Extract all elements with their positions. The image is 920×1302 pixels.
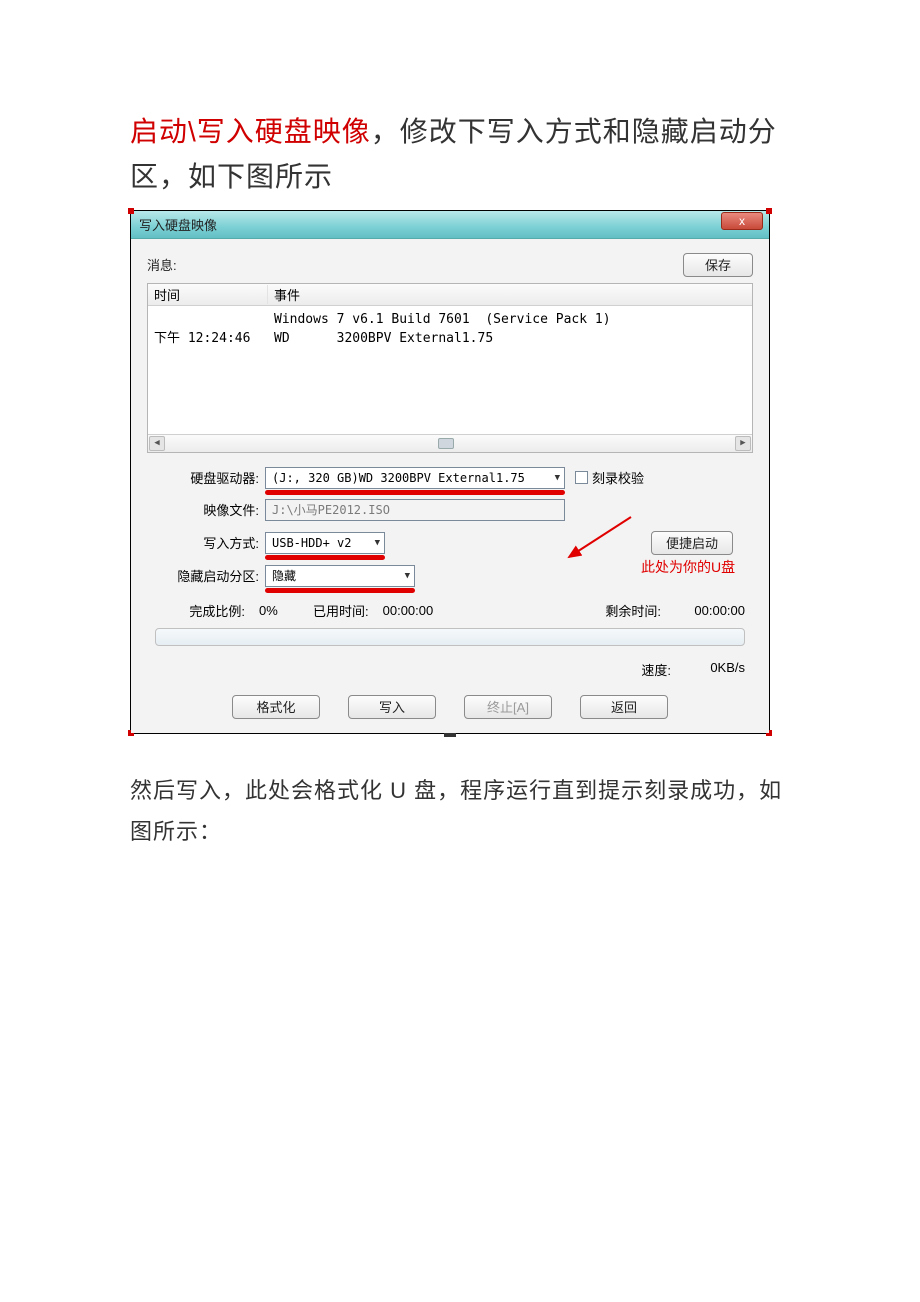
- close-button[interactable]: x: [721, 212, 763, 230]
- speed-value: 0KB/s: [685, 660, 745, 679]
- selection-handle-icon: [766, 208, 772, 214]
- title-bar: 写入硬盘映像 x: [131, 211, 769, 239]
- annotation-arrow-icon: [561, 509, 641, 569]
- remain-label: 剩余时间:: [605, 601, 661, 620]
- after-text: 然后写入，此处会格式化 U 盘，程序运行直到提示刻录成功，如图所示：: [130, 770, 790, 854]
- window-title: 写入硬盘映像: [139, 215, 217, 234]
- elapsed-label: 已用时间:: [313, 601, 369, 620]
- hide-partition-value: 隐藏: [272, 567, 296, 584]
- image-label: 映像文件:: [155, 500, 265, 519]
- annotation-text: 此处为你的U盘: [641, 557, 735, 577]
- drive-label: 硬盘驱动器:: [155, 468, 265, 487]
- chevron-down-icon: ▼: [405, 571, 410, 581]
- write-mode-select[interactable]: USB-HDD+ v2 ▼: [265, 532, 385, 554]
- log-col-event: 事件: [268, 285, 752, 304]
- close-icon: x: [739, 214, 745, 228]
- elapsed-value: 00:00:00: [383, 603, 453, 618]
- hide-partition-label: 隐藏启动分区:: [155, 566, 265, 585]
- log-header: 时间 事件: [148, 284, 752, 306]
- progress-info-row: 完成比例: 0% 已用时间: 00:00:00 剩余时间: 00:00:00: [155, 601, 745, 620]
- hide-partition-select[interactable]: 隐藏 ▼: [265, 565, 415, 587]
- back-button[interactable]: 返回: [580, 695, 668, 719]
- horizontal-scrollbar[interactable]: ◀ ▶: [148, 434, 752, 452]
- log-col-time: 时间: [148, 285, 268, 304]
- progress-bar: [155, 628, 745, 646]
- log-body: Windows 7 v6.1 Build 7601 (Service Pack …: [148, 306, 752, 434]
- checkbox-box-icon: [575, 471, 588, 484]
- write-button[interactable]: 写入: [348, 695, 436, 719]
- format-button[interactable]: 格式化: [232, 695, 320, 719]
- write-mode-value: USB-HDD+ v2: [272, 536, 351, 550]
- message-label: 消息:: [147, 255, 177, 274]
- image-file-value: J:\小马PE2012.ISO: [272, 501, 390, 518]
- log-row-event: WD 3200BPV External1.75: [274, 331, 493, 346]
- verify-checkbox[interactable]: 刻录校验: [575, 468, 644, 487]
- drive-value: (J:, 320 GB)WD 3200BPV External1.75: [272, 471, 525, 485]
- scroll-left-icon[interactable]: ◀: [149, 436, 165, 451]
- chevron-down-icon: ▼: [555, 473, 560, 483]
- selection-handle-icon: [128, 208, 134, 214]
- quick-boot-button[interactable]: 便捷启动: [651, 531, 733, 555]
- dialog-window: 写入硬盘映像 x 消息: 保存 时间 事件 Windows 7 v6.1 Bui…: [130, 210, 770, 734]
- scroll-thumb[interactable]: [438, 438, 454, 449]
- verify-label: 刻录校验: [592, 468, 644, 487]
- speed-label: 速度:: [641, 660, 671, 679]
- instruction-text: 启动\写入硬盘映像，修改下写入方式和隐藏启动分区，如下图所示: [130, 110, 790, 200]
- log-list: 时间 事件 Windows 7 v6.1 Build 7601 (Service…: [147, 283, 753, 453]
- image-file-field: J:\小马PE2012.ISO: [265, 499, 565, 521]
- remain-value: 00:00:00: [675, 603, 745, 618]
- chevron-down-icon: ▼: [375, 538, 380, 548]
- log-row-event: Windows 7 v6.1 Build 7601 (Service Pack …: [274, 312, 611, 327]
- log-row-time: 下午 12:24:46: [154, 329, 274, 349]
- stop-button: 终止[A]: [464, 695, 552, 719]
- write-mode-label: 写入方式:: [155, 533, 265, 552]
- drive-select[interactable]: (J:, 320 GB)WD 3200BPV External1.75 ▼: [265, 467, 565, 489]
- done-label: 完成比例:: [155, 601, 245, 620]
- save-button[interactable]: 保存: [683, 253, 753, 277]
- scroll-right-icon[interactable]: ▶: [735, 436, 751, 451]
- instruction-red: 启动\写入硬盘映像: [130, 116, 371, 147]
- done-value: 0%: [259, 603, 299, 618]
